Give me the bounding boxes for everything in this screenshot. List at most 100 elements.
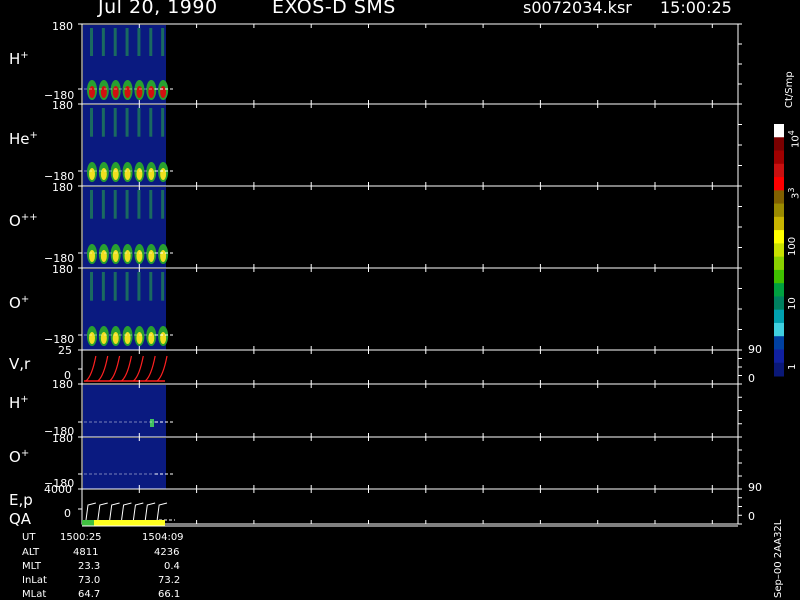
ytick-ep-bottom: 0 (64, 507, 71, 520)
ep-curve-4 (132, 502, 144, 521)
eph-col1-ut: 1500:25 (60, 532, 102, 543)
panel-label-o-plus: O+ (9, 294, 30, 312)
streak-core-h-plus-5 (148, 86, 155, 98)
ep-curve-6 (156, 502, 168, 521)
eph-col2-mlt: 0.4 (164, 561, 180, 572)
streak-core-he-plus-2 (112, 168, 119, 180)
spectrogram-plot (78, 23, 784, 527)
colorbar-tick-10: 10 (787, 297, 798, 310)
vr-curve-1 (97, 355, 109, 382)
streak-upper-o-plus-0 (90, 272, 93, 301)
vr-curve-5 (144, 355, 156, 382)
streak-core-h-plus-0 (89, 86, 95, 98)
eph-col2-ut: 1504:09 (142, 532, 184, 543)
colorbar-seg-14 (774, 309, 784, 324)
streak-upper-h-plus-3 (125, 28, 129, 56)
qa-bar-yellow (94, 520, 165, 526)
colorbar-seg-2 (774, 150, 784, 165)
panel-label-h-plus: H+ (9, 50, 29, 68)
frame-h-plus (81, 23, 739, 105)
data-region-o-plus-2 (83, 438, 166, 489)
streak-upper-o-plus-2 (113, 272, 117, 301)
frame-o-plus-2 (81, 436, 739, 490)
panel-label-o-plus-2: O+ (9, 448, 30, 466)
colorbar-seg-17 (774, 349, 784, 364)
eph-label-ut: UT (22, 532, 36, 543)
ep-curve-2 (109, 502, 120, 521)
ep-curve-5 (144, 502, 156, 521)
colorbar-seg-11 (774, 269, 784, 284)
streak-core-o-plus-0 (89, 332, 95, 344)
vr-curve-4 (133, 355, 144, 382)
streak-upper-o-plusplus-6 (161, 190, 165, 219)
ep-curve-1 (97, 502, 108, 521)
streak-upper-o-plus-3 (125, 272, 129, 301)
streak-upper-o-plusplus-2 (113, 190, 117, 219)
colorbar-tick-1: 1 (787, 363, 798, 370)
ep-curve-3 (121, 502, 132, 521)
rtick-vr-top: 90 (748, 343, 762, 356)
colorbar-tick-100: 100 (787, 236, 798, 256)
streak-core-he-plus-6 (160, 168, 167, 180)
frame-ep (81, 488, 739, 525)
streak-upper-o-plus-1 (101, 272, 105, 301)
streak-upper-o-plusplus-1 (101, 190, 105, 219)
colorbar-seg-7 (774, 216, 784, 231)
colorbar-tick-1e3: 33 (787, 187, 800, 199)
streak-upper-he-plus-5 (149, 108, 153, 137)
panel-label-vr: V,r (9, 355, 31, 373)
streak-upper-he-plus-0 (90, 108, 93, 137)
streak-core-o-plus-1 (100, 332, 107, 344)
streak-upper-o-plusplus-5 (149, 190, 153, 219)
colorbar-seg-3 (774, 163, 784, 178)
streak-core-o-plus-3 (124, 332, 131, 344)
frame-h-plus-2 (81, 383, 739, 438)
streak-core-o-plus-6 (160, 332, 167, 344)
streak-core-o-plusplus-1 (100, 250, 107, 262)
streak-upper-o-plus-4 (137, 272, 141, 301)
eph-col2-inlat: 73.2 (158, 575, 181, 586)
streak-upper-o-plusplus-4 (137, 190, 141, 219)
eph-col1-alt: 4811 (73, 547, 99, 558)
colorbar-seg-6 (774, 203, 784, 218)
colorbar-seg-15 (774, 322, 784, 337)
ytick-he-top: 180 (52, 99, 73, 112)
ep-curve-0 (85, 502, 96, 521)
header-instrument: EXOS-D SMS (272, 0, 396, 18)
streak-upper-he-plus-1 (101, 108, 105, 137)
streak-upper-he-plus-4 (137, 108, 141, 137)
rtick-ep-top: 90 (748, 481, 762, 494)
panel-label-he-plus: He+ (9, 130, 38, 148)
colorbar-seg-5 (774, 190, 784, 205)
streak-upper-h-plus-6 (161, 28, 165, 56)
panel-label-o-plusplus: O++ (9, 212, 38, 230)
streak-upper-o-plus-5 (149, 272, 153, 301)
ytick-vr-top: 25 (58, 344, 72, 357)
frame-o-plus (81, 267, 739, 351)
eph-label-mlt: MLT (22, 561, 41, 572)
streak-core-h-plus-6 (160, 86, 167, 98)
frame-vr (81, 349, 739, 385)
streak-upper-h-plus-5 (149, 28, 153, 56)
streak-upper-h-plus-4 (137, 28, 141, 56)
streak-upper-he-plus-2 (113, 108, 117, 137)
panel-label-h-plus-2: H+ (9, 394, 29, 412)
streak-upper-h-plus-0 (90, 28, 93, 56)
streak-upper-he-plus-3 (125, 108, 129, 137)
streak-core-o-plusplus-4 (136, 250, 143, 262)
streak-core-he-plus-5 (148, 168, 155, 180)
streak-core-h-plus-1 (100, 86, 107, 98)
frame-he-plus (81, 103, 739, 187)
qa-bar-green (82, 520, 94, 526)
colorbar-seg-0 (774, 124, 784, 138)
streak-core-o-plusplus-0 (89, 250, 95, 262)
colorbar-seg-1 (774, 137, 784, 152)
vr-curve-6 (156, 355, 168, 382)
colorbar-seg-13 (774, 296, 784, 311)
blip-h-plus-2 (150, 419, 154, 427)
eph-label-mlat: MLat (22, 589, 47, 600)
streak-core-h-plus-4 (136, 86, 143, 98)
ytick-h2-top: 180 (52, 378, 73, 391)
eph-label-inlat: InLat (22, 575, 47, 586)
streak-core-o-plus-2 (112, 332, 119, 344)
